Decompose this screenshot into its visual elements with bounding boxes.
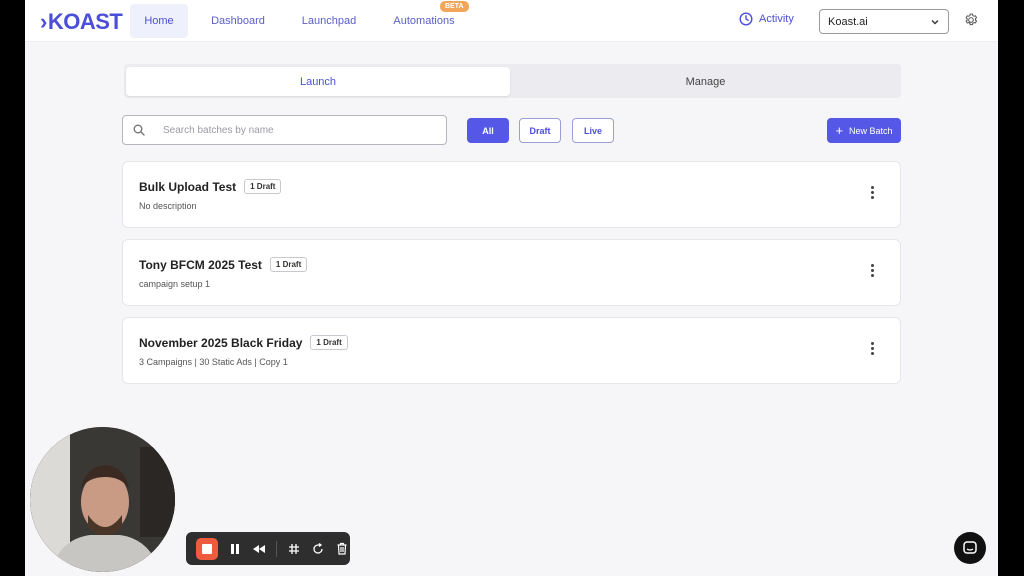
draft-count-badge: 1 Draft [269,257,308,272]
activity-link[interactable]: Activity [739,12,794,26]
logo-mark-icon: › [40,9,47,34]
more-options-icon[interactable] [867,182,877,202]
batch-card[interactable]: Bulk Upload Test 1 Draft No description [122,161,901,228]
batch-title: November 2025 Black Friday [139,335,303,350]
beta-badge: BETA [440,1,469,12]
stop-recording-button[interactable] [196,537,218,560]
plus-icon: + [835,123,844,138]
filter-draft-button[interactable]: Draft [519,118,561,143]
batch-description: No description [139,201,197,211]
batch-title: Tony BFCM 2025 Test [139,257,262,272]
batch-description: campaign setup 1 [139,279,211,289]
new-batch-button[interactable]: + New Batch [827,118,901,143]
top-nav: › KOAST Home Dashboard Launchpad Automat… [25,0,998,42]
search-input[interactable] [163,124,423,136]
batch-title-row: Tony BFCM 2025 Test 1 Draft [139,257,308,272]
chevron-down-icon [931,19,939,24]
batch-title-row: Bulk Upload Test 1 Draft [139,179,282,194]
trash-icon[interactable] [335,542,349,556]
chat-support-button[interactable] [954,532,986,564]
launch-manage-tabs: Launch Manage [124,64,901,98]
batch-card[interactable]: Tony BFCM 2025 Test 1 Draft campaign set… [122,239,901,306]
filter-live-button[interactable]: Live [572,118,614,143]
search-icon [133,124,145,136]
batch-description: 3 Campaigns | 30 Static Ads | Copy 1 [139,357,288,367]
draft-count-badge: 1 Draft [244,179,282,194]
settings-gear-icon[interactable] [963,12,979,28]
chat-icon [963,541,977,554]
tab-manage[interactable]: Manage [512,67,899,96]
nav-launchpad[interactable]: Launchpad [295,4,363,38]
activity-label: Activity [759,13,794,25]
org-select-value: Koast.ai [828,15,868,28]
person-silhouette-icon [30,427,175,572]
new-batch-label: New Batch [849,125,893,136]
toolbar-divider [276,540,277,557]
nav-dashboard[interactable]: Dashboard [205,4,271,38]
restart-icon[interactable] [311,542,325,556]
rewind-icon[interactable] [252,542,266,556]
recording-toolbar [186,532,350,565]
logo-text: KOAST [47,9,123,34]
org-select[interactable]: Koast.ai [819,9,949,34]
pause-icon[interactable] [228,542,242,556]
more-options-icon[interactable] [867,260,877,280]
clock-icon [739,12,753,26]
search-box[interactable] [122,115,447,145]
webcam-bubble[interactable] [30,427,175,572]
batch-title-row: November 2025 Black Friday 1 Draft [139,335,348,350]
grid-icon[interactable] [287,542,301,556]
tab-launch[interactable]: Launch [126,67,510,96]
batch-title: Bulk Upload Test [139,179,237,194]
koast-logo[interactable]: › KOAST [40,9,123,35]
nav-home[interactable]: Home [130,4,188,38]
batch-card[interactable]: November 2025 Black Friday 1 Draft 3 Cam… [122,317,901,384]
draft-count-badge: 1 Draft [310,335,348,350]
more-options-icon[interactable] [867,338,877,358]
filter-all-button[interactable]: All [467,118,509,143]
